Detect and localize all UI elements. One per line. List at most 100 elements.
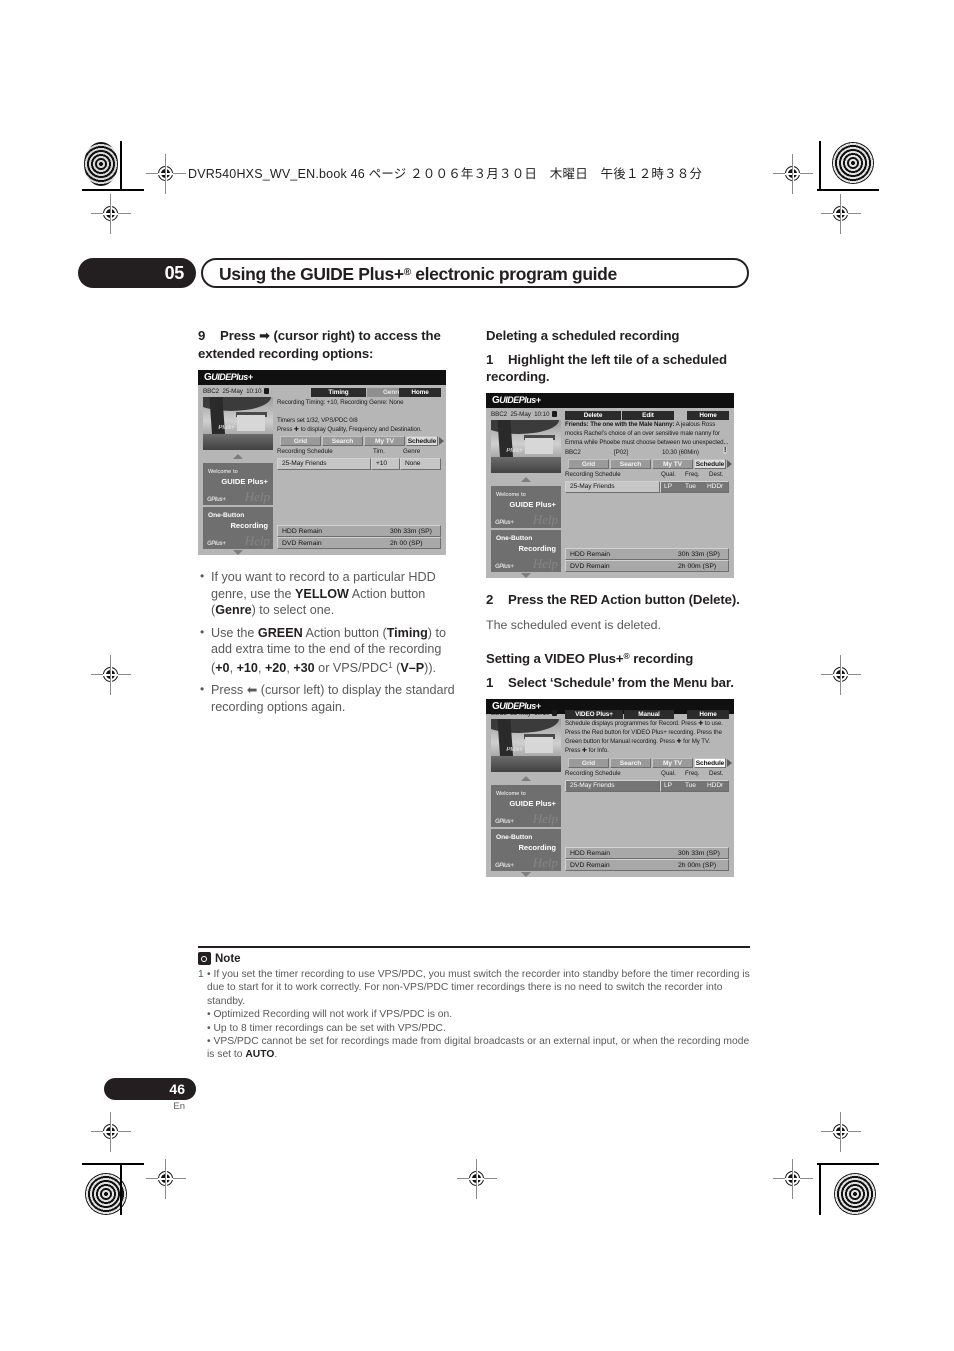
guide-plus-logo: GUIDEPlus+: [492, 395, 541, 406]
registration-mark-right-lower: [821, 1112, 861, 1152]
screenshot1-nav-next-arrow-icon[interactable]: [439, 437, 444, 445]
screenshot2-nav-next-arrow-icon[interactable]: [727, 460, 732, 468]
registration-mark-right-upper: [821, 194, 861, 234]
screenshot3-tile-welcome[interactable]: Welcome to GUIDE Plus+ Help GPlus+: [491, 785, 561, 827]
page-language: En: [173, 1101, 185, 1112]
screenshot2-scroll-down-arrow-icon[interactable]: [521, 573, 531, 578]
screenshot2-action-delete[interactable]: Delete: [565, 411, 621, 420]
screenshot3-col-header-dest: Dest.: [709, 770, 724, 777]
screenshot3-schedule-row-details[interactable]: LP Tue HDDr: [660, 780, 729, 792]
screenshot3-tile-one-button-recording[interactable]: One-Button Recording Help GPlus+: [491, 829, 561, 871]
tile-welcome-to: to: [233, 469, 238, 475]
screenshot3-nav-schedule[interactable]: Schedule: [694, 758, 726, 768]
screenshot3-schedule-row-title[interactable]: 25-May Friends: [565, 780, 660, 792]
help-watermark: Help: [244, 489, 270, 504]
screenshot2-schedule-row-title[interactable]: 25-May Friends: [565, 481, 660, 493]
screenshot3-action-manual[interactable]: Manual: [624, 710, 674, 719]
screenshot1-nav-mytv[interactable]: My TV: [364, 436, 405, 446]
screenshot3-nav-grid[interactable]: Grid: [568, 758, 609, 768]
registered-mark: ®: [403, 267, 411, 278]
screenshot3-nav-search[interactable]: Search: [610, 758, 651, 768]
crop-line-bottom-right-v: [819, 1165, 821, 1215]
note-line-1: • If you set the timer recording to use …: [207, 969, 750, 1007]
screenshot2-video-thumbnail: Plus+: [491, 420, 561, 473]
step-1-delete-text: Highlight the left tile of a scheduled r…: [486, 352, 727, 384]
screenshot1-tile-one-button-recording[interactable]: One-Button Recording Help GPlus+: [203, 507, 273, 549]
tile-obr-line2: Recording: [230, 521, 268, 530]
tile-welcome-line2: GUIDE Plus+: [509, 799, 556, 808]
screenshot3-nav-next-arrow-icon[interactable]: [727, 759, 732, 767]
screenshot1-title-bar: GUIDEPlus+: [198, 370, 446, 385]
crop-line-top-right-v: [819, 141, 821, 191]
screenshot2-time: 10:10: [534, 411, 550, 418]
note-footnote-marker: 1: [198, 969, 204, 980]
screenshot2-schedule-row-details[interactable]: LP Tue HDDr: [660, 481, 729, 493]
screenshot2-col-header-freq: Freq.: [685, 471, 700, 478]
screenshot2-nav-search[interactable]: Search: [610, 459, 651, 469]
screenshot2-tile-welcome[interactable]: Welcome to GUIDE Plus+ Help GPlus+: [491, 486, 561, 528]
chapter-number: 05: [164, 263, 185, 283]
lock-icon: [552, 411, 558, 417]
screenshot1-scroll-up-arrow-icon[interactable]: [233, 454, 243, 459]
registration-mark-bottom-center: [457, 1159, 497, 1199]
screenshot-scheduled-recording-highlighted: GUIDEPlus+ BBC2 25-May 10:10 Plus+ Delet…: [486, 393, 734, 578]
screenshot2-action-home[interactable]: Home: [687, 411, 729, 420]
page-number-pill: 46: [104, 1078, 196, 1100]
screenshot3-channel: BBC2: [491, 710, 508, 717]
screenshot1-tile-welcome[interactable]: Welcome to GUIDE Plus+ Help GPlus+: [203, 463, 273, 505]
screenshot2-scroll-up-arrow-icon[interactable]: [521, 477, 531, 482]
screenshot3-action-home[interactable]: Home: [687, 710, 729, 719]
screenshot1-action-timing[interactable]: Timing: [311, 388, 366, 397]
registration-mark-right-mid: [821, 655, 861, 695]
registration-mark-bottom-left: [146, 1159, 186, 1199]
screenshot2-nav-schedule[interactable]: Schedule: [694, 459, 726, 469]
screenshot1-schedule-row-genre[interactable]: None: [400, 458, 441, 470]
note-title: Note: [215, 952, 241, 965]
tile-welcome-line1: Welcome: [496, 492, 520, 498]
screenshot1-schedule-row-title[interactable]: 25-May Friends: [277, 458, 371, 470]
screenshot2-title-bar: GUIDEPlus+: [486, 393, 734, 408]
screenshot3-action-videoplus[interactable]: VIDEO Plus+: [565, 710, 623, 719]
screenshot-extended-recording-options: GUIDEPlus+ BBC2 25-May 10:10 Plus+ Timin…: [198, 370, 446, 555]
bullet-yellow-genre: If you want to record to a particular HD…: [198, 568, 460, 619]
step-2-delete-text: Press the RED Action button (Delete).: [508, 592, 740, 607]
note-bullet-3: • Up to 8 timer recordings can be set wi…: [207, 1022, 446, 1034]
screenshot1-desc-line-1: Recording Timing: +10, Recording Genre: …: [277, 399, 404, 406]
tile-welcome-line2: GUIDE Plus+: [221, 477, 268, 486]
step-1-videoplus-number: 1: [486, 674, 494, 690]
manual-page: DVR540HXS_WV_EN.book 46 ページ ２００６年３月３０日 木…: [0, 0, 954, 1351]
tile-guide-plus-logo: GPlus+: [495, 819, 514, 825]
screenshot1-scroll-down-arrow-icon[interactable]: [233, 550, 243, 555]
screenshot1-schedule-row-timing[interactable]: +10: [371, 458, 400, 470]
heading-deleting-scheduled-recording: Deleting a scheduled recording: [486, 328, 680, 343]
screenshot3-hdd-remain: HDD Remain 30h 33m (SP): [565, 847, 729, 859]
note-body: 1 • If you set the timer recording to us…: [198, 968, 750, 1062]
screenshot1-nav-schedule[interactable]: Schedule: [406, 436, 438, 446]
screenshot2-nav-grid[interactable]: Grid: [568, 459, 609, 469]
screenshot3-scroll-down-arrow-icon[interactable]: [521, 872, 531, 877]
screenshot3-channel-info: BBC2 25-May 10:10: [491, 710, 558, 717]
screenshot1-desc-line-3: Timers set 1/32, VPS/PDC 0/8: [277, 417, 358, 424]
left-column-bullets: If you want to record to a particular HD…: [198, 568, 460, 715]
screenshot3-time: 10:10: [534, 710, 550, 717]
screenshot1-nav-grid[interactable]: Grid: [280, 436, 321, 446]
tile-guide-plus-logo: GPlus+: [495, 520, 514, 526]
tile-obr-line1: One-Button: [496, 834, 533, 841]
screenshot2-action-edit[interactable]: Edit: [622, 411, 674, 420]
screenshot1-time: 10:10: [246, 388, 262, 395]
screenshot2-nav-mytv[interactable]: My TV: [652, 459, 693, 469]
step-9: 9 Press ➡ (cursor right) to access the ex…: [198, 328, 460, 362]
tile-guide-plus-logo: GPlus+: [207, 541, 226, 547]
density-patch-top-right: [832, 142, 874, 184]
screenshot1-action-home[interactable]: Home: [399, 388, 441, 397]
screenshot2-info-flag-icon: !: [723, 447, 728, 454]
screenshot1-nav-search[interactable]: Search: [322, 436, 363, 446]
screenshot1-channel: BBC2: [203, 388, 220, 395]
screenshot3-nav-mytv[interactable]: My TV: [652, 758, 693, 768]
screenshot3-scroll-up-arrow-icon[interactable]: [521, 776, 531, 781]
screenshot-schedule-menu: GUIDEPlus+ BBC2 25-May 10:10 Plus+ VIDEO…: [486, 699, 734, 877]
screenshot1-channel-info: BBC2 25-May 10:10: [203, 388, 270, 395]
tile-welcome-line1: Welcome: [496, 791, 520, 797]
screenshot2-tile-one-button-recording[interactable]: One-Button Recording Help GPlus+: [491, 530, 561, 572]
help-watermark: Help: [532, 855, 558, 870]
